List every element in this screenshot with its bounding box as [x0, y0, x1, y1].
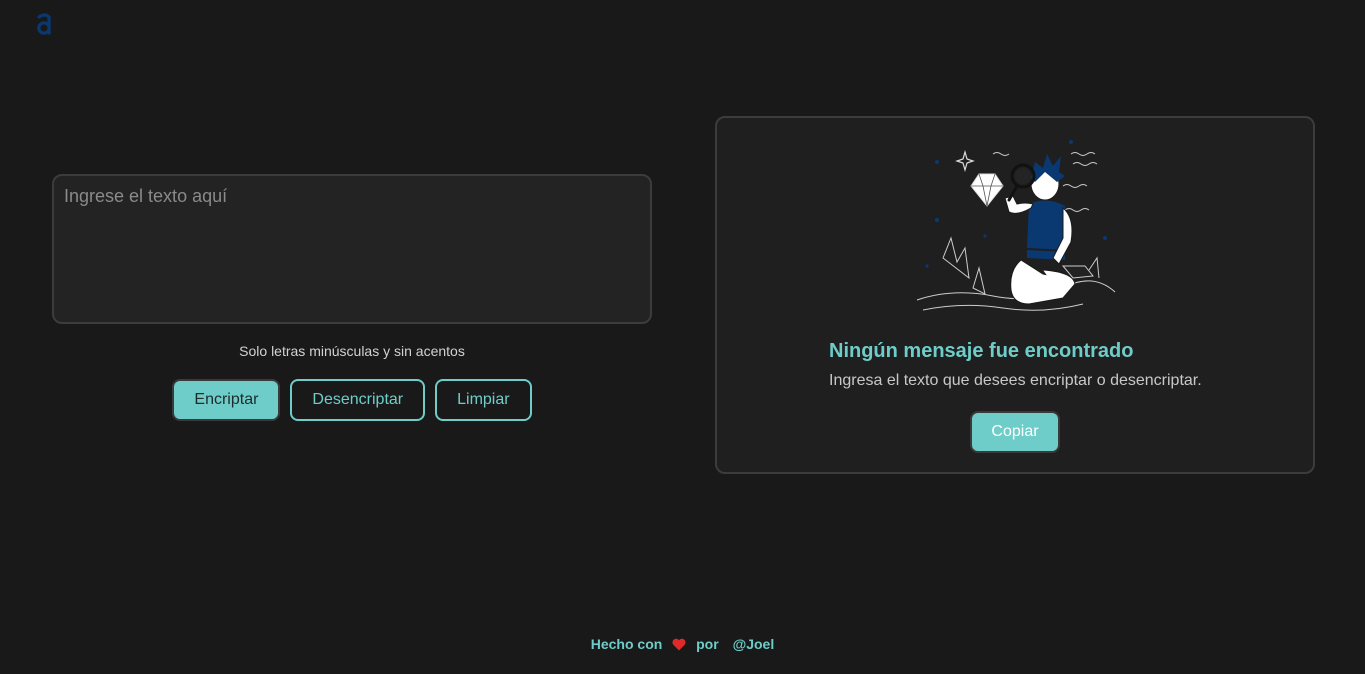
copy-button[interactable]: Copiar [970, 411, 1060, 453]
alura-logo-icon [37, 13, 51, 35]
action-buttons: Encriptar Desencriptar Limpiar [52, 379, 652, 421]
empty-state-description: Ingresa el texto que desees encriptar o … [829, 372, 1202, 389]
footer-by-text: por [696, 636, 719, 652]
input-section: Solo letras minúsculas y sin acentos Enc… [52, 174, 652, 421]
footer-made-with-text: Hecho con [590, 636, 663, 652]
footer-author-link[interactable]: @Joel [733, 636, 775, 652]
clear-button[interactable]: Limpiar [435, 379, 532, 421]
heart-icon [672, 638, 686, 651]
input-hint: Solo letras minúsculas y sin acentos [239, 343, 465, 359]
page: Solo letras minúsculas y sin acentos Enc… [0, 0, 1365, 674]
person-searching-magnifier-illustration [916, 140, 1116, 311]
encrypt-button[interactable]: Encriptar [172, 379, 281, 421]
footer: Hecho con por @Joel [0, 636, 1365, 652]
empty-state-title: Ningún mensaje fue encontrado [829, 340, 1134, 362]
output-section: Ningún mensaje fue encontrado Ingresa el… [715, 116, 1315, 474]
text-input[interactable] [52, 174, 652, 324]
decrypt-button[interactable]: Desencriptar [290, 379, 426, 421]
